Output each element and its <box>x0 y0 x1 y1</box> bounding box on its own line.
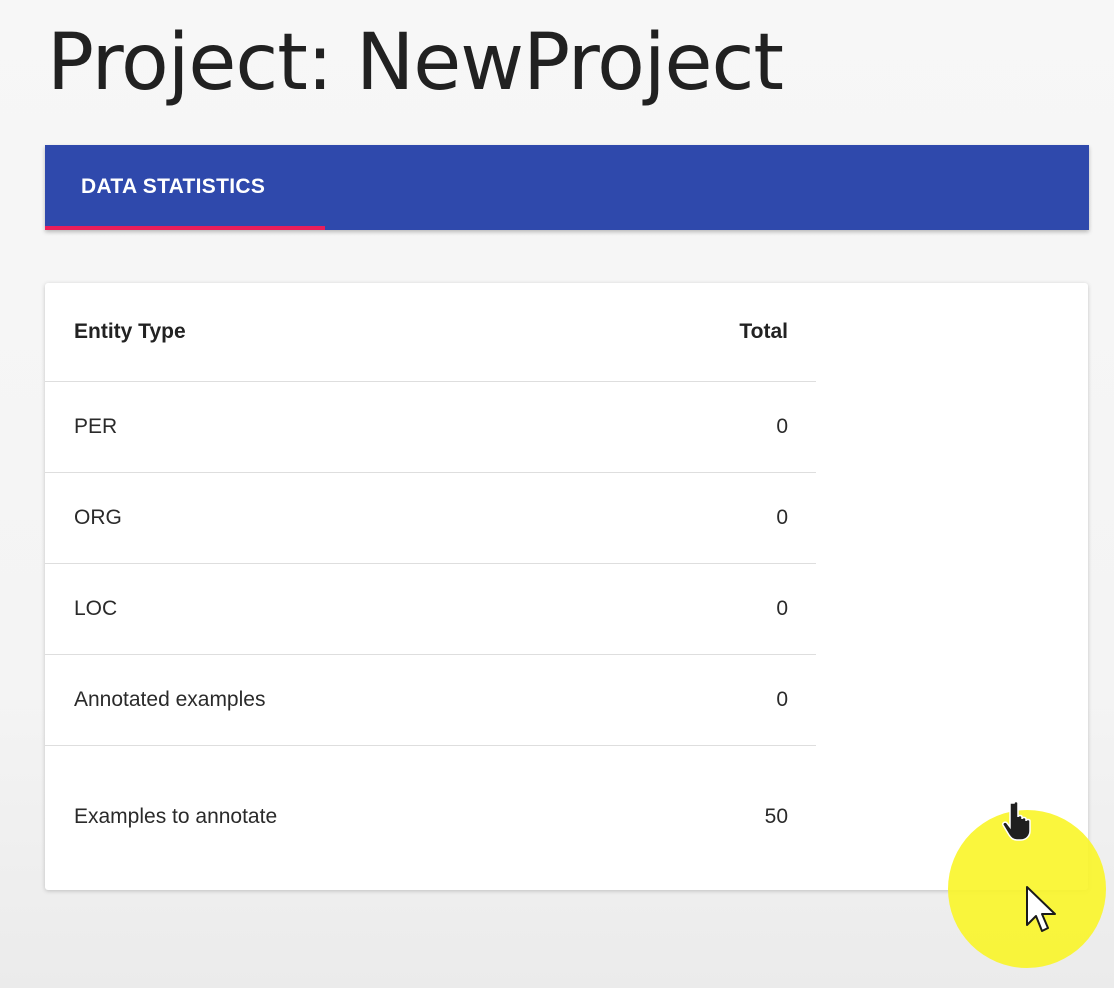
row-label: ORG <box>74 506 122 529</box>
statistics-card: Entity Type Total PER 0 ORG 0 LOC 0 Anno… <box>45 283 1088 890</box>
row-label: Examples to annotate <box>74 805 278 828</box>
row-value: 0 <box>776 506 788 529</box>
row-value: 0 <box>776 597 788 620</box>
row-label: Annotated examples <box>74 688 266 711</box>
tab-bar: DATA STATISTICS <box>45 145 1089 230</box>
table-header-row: Entity Type Total <box>45 283 816 382</box>
page-title: Project: NewProject <box>47 18 784 108</box>
arrow-pointer-icon <box>1026 886 1056 932</box>
row-value: 0 <box>776 415 788 438</box>
table-row: PER 0 <box>45 382 816 473</box>
tab-data-statistics[interactable]: DATA STATISTICS <box>45 145 325 230</box>
statistics-table: Entity Type Total PER 0 ORG 0 LOC 0 Anno… <box>45 283 816 888</box>
table-row: Examples to annotate 50 <box>45 746 816 888</box>
row-label: LOC <box>74 597 118 620</box>
row-value: 50 <box>764 805 788 828</box>
table-row: ORG 0 <box>45 473 816 564</box>
row-label: PER <box>74 415 118 438</box>
table-row: Annotated examples 0 <box>45 655 816 746</box>
row-value: 0 <box>776 688 788 711</box>
tab-label: DATA STATISTICS <box>81 175 266 198</box>
active-tab-indicator <box>45 226 325 230</box>
table-row: LOC 0 <box>45 564 816 655</box>
column-header-total[interactable]: Total <box>739 320 788 344</box>
column-header-entity-type[interactable]: Entity Type <box>74 320 186 344</box>
hand-pointer-icon <box>1002 800 1031 841</box>
